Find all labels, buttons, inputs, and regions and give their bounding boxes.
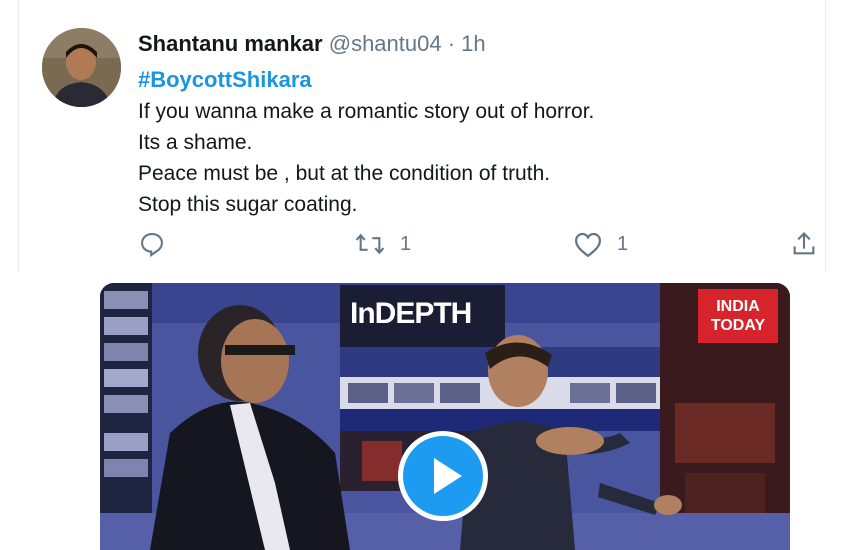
tweet-text: If you wanna make a romantic story out o… bbox=[138, 96, 594, 220]
share-button[interactable] bbox=[790, 228, 818, 260]
play-icon bbox=[434, 458, 462, 494]
retweet-button[interactable]: 1 bbox=[354, 228, 411, 260]
channel-badge-line: TODAY bbox=[710, 317, 766, 334]
reply-button[interactable] bbox=[138, 228, 166, 260]
retweet-count: 1 bbox=[400, 232, 412, 255]
like-count: 1 bbox=[617, 232, 629, 255]
avatar[interactable] bbox=[42, 28, 121, 107]
hashtag-link[interactable]: #BoycottShikara bbox=[138, 66, 312, 94]
tweet-line: If you wanna make a romantic story out o… bbox=[138, 100, 595, 123]
retweet-icon bbox=[355, 233, 385, 255]
like-icon bbox=[574, 232, 602, 258]
separator-dot: · bbox=[447, 31, 456, 56]
tweet-time[interactable]: 1h bbox=[461, 31, 485, 56]
show-logo: InDEPTH bbox=[350, 297, 472, 330]
avatar-photo bbox=[42, 28, 121, 107]
channel-badge-line: INDIA bbox=[716, 298, 760, 315]
tweet-header: Shantanu mankar @shantu04 · 1h bbox=[138, 30, 486, 58]
author-handle[interactable]: @shantu04 bbox=[329, 31, 442, 56]
tweet-line: Peace must be , but at the condition of … bbox=[138, 162, 551, 185]
like-button[interactable]: 1 bbox=[573, 228, 628, 260]
channel-badge: INDIA TODAY bbox=[698, 289, 778, 343]
reply-icon bbox=[141, 233, 163, 258]
tweet-actions: 1 1 bbox=[0, 228, 850, 262]
play-button[interactable] bbox=[398, 431, 488, 521]
tweet-line: Stop this sugar coating. bbox=[138, 193, 358, 216]
author-name[interactable]: Shantanu mankar bbox=[138, 31, 323, 56]
tweet-line: Its a shame. bbox=[138, 131, 253, 154]
share-icon bbox=[793, 232, 815, 255]
